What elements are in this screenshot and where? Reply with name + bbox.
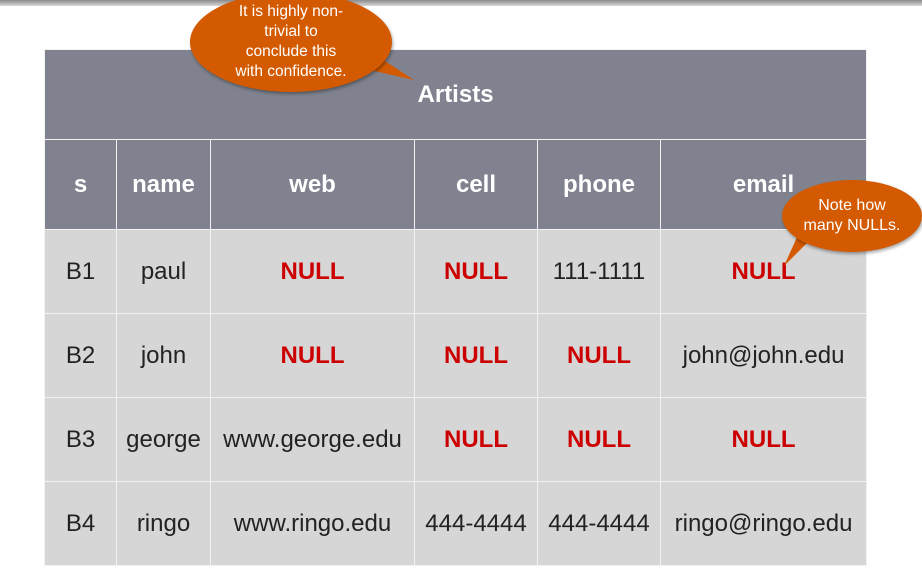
table-title: Artists [43, 49, 868, 140]
null-cell: NULL [414, 397, 538, 482]
artists-table: Artists s name web cell phone email B1 p… [43, 49, 868, 566]
table-row: B3 george www.george.edu NULL NULL NULL [44, 397, 868, 482]
table-cell: www.george.edu [210, 397, 415, 482]
callout-conclusion-text: It is highly non- trivial to conclude th… [235, 3, 347, 80]
table-cell: B3 [44, 397, 117, 482]
column-header-phone: phone [537, 139, 661, 230]
column-header-cell: cell [414, 139, 538, 230]
table-cell: 444-4444 [537, 481, 661, 566]
column-header-name: name [116, 139, 211, 230]
table-row: B4 ringo www.ringo.edu 444-4444 444-4444… [44, 481, 868, 566]
null-cell: NULL [414, 313, 538, 398]
callout-nulls: Note how many NULLs. [782, 180, 922, 252]
table-cell: 111-1111 [537, 229, 661, 314]
table-header-row: s name web cell phone email [44, 139, 868, 230]
null-cell: NULL [659, 397, 868, 482]
top-rule [0, 0, 922, 6]
table-cell: paul [116, 229, 211, 314]
table-cell: www.ringo.edu [210, 481, 415, 566]
null-cell: NULL [210, 229, 415, 314]
null-cell: NULL [414, 229, 538, 314]
table-row: B2 john NULL NULL NULL john@john.edu [44, 313, 868, 398]
table-title-row: Artists [43, 49, 868, 140]
table-cell: B1 [44, 229, 117, 314]
table-cell: ringo@ringo.edu [659, 481, 868, 566]
table-cell: ringo [116, 481, 211, 566]
null-cell: NULL [210, 313, 415, 398]
table-cell: B2 [44, 313, 117, 398]
table-row: B1 paul NULL NULL 111-1111 NULL [44, 229, 868, 314]
column-header-web: web [210, 139, 415, 230]
null-cell: NULL [537, 313, 661, 398]
table-cell: george [116, 397, 211, 482]
table-cell: 444-4444 [414, 481, 538, 566]
callout-nulls-text: Note how many NULLs. [803, 197, 901, 234]
column-header-s: s [44, 139, 117, 230]
table-cell: john@john.edu [659, 313, 868, 398]
table-cell: john [116, 313, 211, 398]
null-cell: NULL [537, 397, 661, 482]
table-cell: B4 [44, 481, 117, 566]
